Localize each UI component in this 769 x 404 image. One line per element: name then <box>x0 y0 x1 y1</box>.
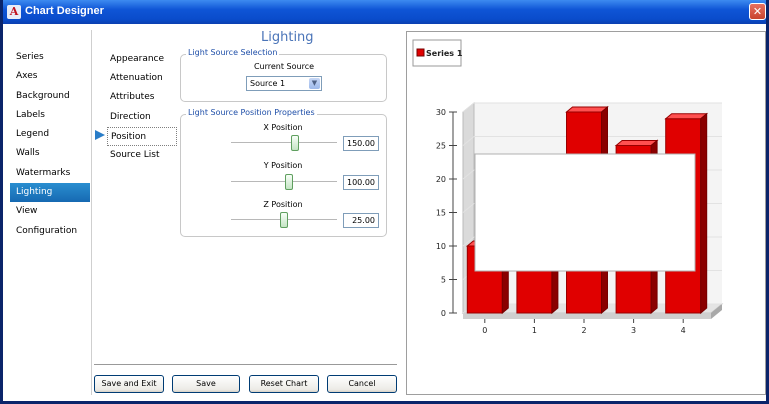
subnav-item-attributes[interactable]: Attributes <box>107 88 177 107</box>
x-position-input[interactable]: 150.00 <box>343 136 379 151</box>
x-tick-label: 4 <box>681 326 686 335</box>
close-button[interactable]: ✕ <box>749 3 766 20</box>
app-icon: A <box>7 5 21 19</box>
chart-designer-window: A Chart Designer ✕ Series Axes Background L… <box>0 0 769 404</box>
save-and-exit-button[interactable]: Save and Exit <box>94 375 164 393</box>
active-subitem-arrow-icon <box>95 130 105 140</box>
y-tick-label: 5 <box>441 276 446 285</box>
x-tick-label: 0 <box>482 326 487 335</box>
x-position-label: X Position <box>263 123 303 132</box>
bar-side[interactable] <box>700 112 708 315</box>
nav-item-view[interactable]: View <box>10 202 90 221</box>
y-tick-label: 20 <box>436 175 446 184</box>
chart-preview: 0 5 10 15 20 25 30 0 1 2 3 4 Series 1 <box>406 31 766 395</box>
group-legend: Light Source Selection <box>186 48 280 57</box>
y-position-slider-thumb[interactable] <box>285 174 294 190</box>
y-position-slider-track[interactable] <box>231 181 337 183</box>
current-source-label: Current Source <box>253 62 315 71</box>
cancel-button[interactable]: Cancel <box>327 375 397 393</box>
nav-item-series[interactable]: Series <box>10 48 90 67</box>
subnav-item-direction[interactable]: Direction <box>107 108 177 127</box>
panel-title: Lighting <box>261 30 314 45</box>
y-position-input[interactable]: 100.00 <box>343 175 379 190</box>
bar-top[interactable] <box>614 140 659 146</box>
nav-divider <box>91 30 92 395</box>
y-tick-label: 10 <box>436 242 446 251</box>
nav-item-legend[interactable]: Legend <box>10 125 90 144</box>
z-position-input[interactable]: 25.00 <box>343 213 379 228</box>
bar-top[interactable] <box>664 113 709 120</box>
group-legend: Light Source Position Properties <box>186 108 317 117</box>
reset-chart-button[interactable]: Reset Chart <box>249 375 319 393</box>
z-position-slider-thumb[interactable] <box>280 212 288 228</box>
x-tick-label: 3 <box>631 326 636 335</box>
current-source-select[interactable]: Source 1 ▼ <box>246 76 322 91</box>
category-nav: Series Axes Background Labels Legend Walls Wat… <box>10 48 90 241</box>
subnav-item-attenuation[interactable]: Attenuation <box>107 69 177 88</box>
legend-swatch <box>416 48 425 57</box>
bar-front[interactable] <box>516 265 553 314</box>
current-source-value: Source 1 <box>250 79 286 88</box>
nav-item-labels[interactable]: Labels <box>10 106 90 125</box>
y-tick-label: 15 <box>436 209 446 218</box>
title-bar[interactable]: A Chart Designer ✕ <box>3 0 766 24</box>
x-tick-label: 1 <box>532 326 537 335</box>
x-tick-label: 2 <box>581 326 586 335</box>
button-row-divider <box>94 364 397 365</box>
chevron-down-icon[interactable]: ▼ <box>309 78 320 89</box>
lighting-subnav: Appearance Attenuation Attributes Direction… <box>107 50 177 165</box>
chart-overlay-panel <box>474 153 696 272</box>
bar-chart: 0 5 10 15 20 25 30 0 1 2 3 4 Series 1 <box>412 39 724 335</box>
nav-item-axes[interactable]: Axes <box>10 67 90 86</box>
nav-item-configuration[interactable]: Configuration <box>10 222 90 241</box>
y-position-label: Y Position <box>263 161 303 170</box>
bar-top[interactable] <box>565 106 609 113</box>
legend-entry: Series 1 <box>426 49 463 58</box>
subnav-item-appearance[interactable]: Appearance <box>107 50 177 69</box>
z-position-label: Z Position <box>263 200 303 209</box>
x-position-slider-thumb[interactable] <box>290 135 299 151</box>
window-title: Chart Designer <box>25 5 104 17</box>
x-position-slider-track[interactable] <box>231 142 337 144</box>
y-tick-label: 0 <box>441 309 446 318</box>
chart-floor-front <box>463 313 711 319</box>
y-tick-label: 30 <box>436 108 446 117</box>
y-tick-label: 25 <box>436 142 446 151</box>
nav-item-watermarks[interactable]: Watermarks <box>10 164 90 183</box>
subnav-item-position[interactable]: Position <box>107 126 177 146</box>
nav-item-lighting[interactable]: Lighting <box>10 183 90 203</box>
nav-item-background[interactable]: Background <box>10 87 90 106</box>
subnav-item-source-list[interactable]: Source List <box>107 146 177 165</box>
nav-item-walls[interactable]: Walls <box>10 144 90 163</box>
save-button[interactable]: Save <box>172 375 240 393</box>
